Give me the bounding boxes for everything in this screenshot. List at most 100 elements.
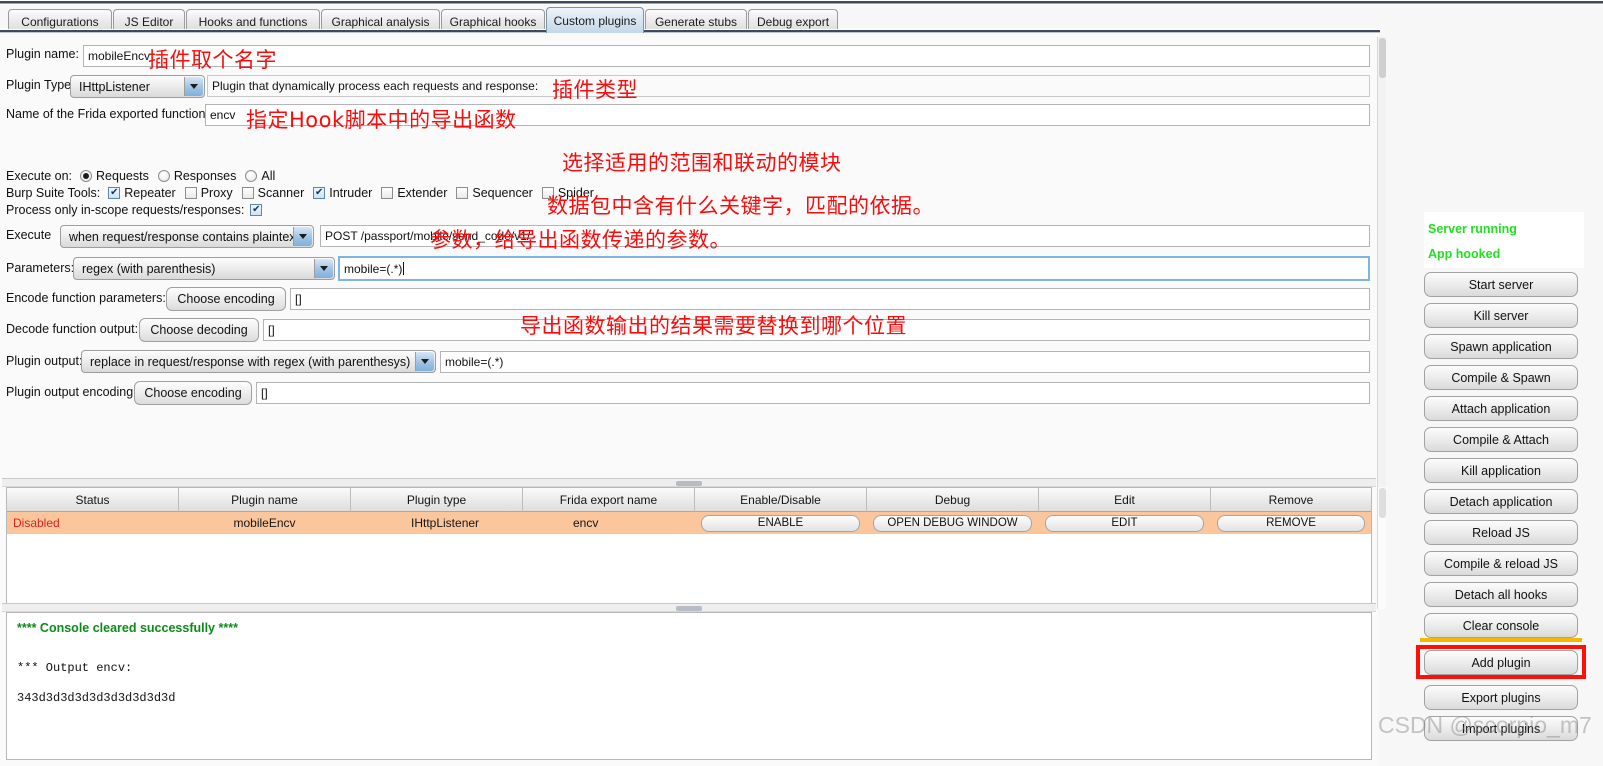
cell-debug: OPEN DEBUG WINDOW <box>867 512 1039 534</box>
console-cleared-message: **** Console cleared successfully **** <box>17 621 238 635</box>
start-server-button[interactable]: Start server <box>1424 272 1578 297</box>
plugin-output-row: Plugin output: <box>6 354 82 368</box>
right-sidebar: Server running App hooked Start server K… <box>1388 5 1603 766</box>
console-output[interactable]: **** Console cleared successfully **** *… <box>6 612 1372 760</box>
kill-server-button[interactable]: Kill server <box>1424 303 1578 328</box>
check-icon <box>456 187 469 199</box>
chevron-down-icon[interactable] <box>184 77 203 96</box>
parameters-select[interactable]: regex (with parenthesis) <box>73 257 335 280</box>
radio-execute-on-responses[interactable]: Responses <box>157 169 236 183</box>
compile-and-attach-button[interactable]: Compile & Attach <box>1424 427 1578 452</box>
execute-on-label: Execute on: <box>6 169 73 183</box>
check-icon[interactable]: ✔ <box>250 204 263 216</box>
decode-output-label: Decode function output: <box>6 322 139 336</box>
plugin-output-input[interactable]: mobile=(.*) <box>440 351 1370 373</box>
plugin-output-choose-encoding-label: Choose encoding <box>144 386 242 400</box>
checkbox-repeater[interactable]: ✔ Repeater <box>108 186 176 200</box>
detach-all-hooks-button[interactable]: Detach all hooks <box>1424 582 1578 607</box>
table-header-debug[interactable]: Debug <box>867 488 1039 512</box>
open-debug-window-button[interactable]: OPEN DEBUG WINDOW <box>873 514 1032 532</box>
plugin-output-encoding-value-field[interactable]: [] <box>256 382 1370 404</box>
choose-encoding-button[interactable]: Choose encoding <box>166 287 286 311</box>
radio-icon <box>157 170 170 182</box>
tab-label: Debug export <box>756 14 830 29</box>
clear-console-button[interactable]: Clear console <box>1424 613 1578 638</box>
checkbox-label: Proxy <box>200 186 233 200</box>
panel-scrollbar[interactable] <box>1377 37 1386 487</box>
plugin-name-label: Plugin name: <box>6 47 79 61</box>
table-header-remove[interactable]: Remove <box>1211 488 1371 512</box>
detach-application-button[interactable]: Detach application <box>1424 489 1578 514</box>
cell-status: Disabled <box>7 512 179 534</box>
annotation-plugin-name: 插件取个名字 <box>148 48 277 72</box>
table-header-frida-export-name[interactable]: Frida export name <box>523 488 695 512</box>
choose-decoding-button[interactable]: Choose decoding <box>139 318 259 342</box>
panel-scrollbar-thumb[interactable] <box>1379 38 1386 78</box>
encode-params-value-field[interactable]: [] <box>290 288 1370 310</box>
spawn-application-button[interactable]: Spawn application <box>1424 334 1578 359</box>
parameters-row: Parameters: <box>6 261 74 275</box>
plugin-output-select[interactable]: replace in request/response with regex (… <box>81 350 436 373</box>
frida-function-value: encv <box>210 108 236 122</box>
checkbox-scanner[interactable]: Scanner <box>241 186 304 200</box>
annotation-plugin-output: 导出函数输出的结果需要替换到哪个位置 <box>520 314 907 338</box>
splitter-table-console[interactable] <box>2 603 1376 612</box>
execute-condition-select[interactable]: when request/response contains plaintext <box>60 225 314 248</box>
remove-button[interactable]: REMOVE <box>1217 514 1365 532</box>
checkbox-sequencer[interactable]: Sequencer <box>456 186 533 200</box>
tab-label: Graphical analysis <box>331 14 430 29</box>
radio-execute-on-all[interactable]: All <box>245 169 275 183</box>
attach-application-button[interactable]: Attach application <box>1424 396 1578 421</box>
tab-label: Custom plugins <box>553 13 637 28</box>
table-header-status[interactable]: Status <box>7 488 179 512</box>
plugin-output-label: Plugin output: <box>6 354 83 368</box>
annotation-match-keyword: 数据包中含有什么关键字，匹配的依据。 <box>547 194 934 218</box>
edit-button[interactable]: EDIT <box>1045 514 1204 532</box>
table-header-plugin-name[interactable]: Plugin name <box>179 488 351 512</box>
table-row[interactable]: Disabled mobileEncv IHttpListener encv E… <box>7 512 1371 534</box>
decode-output-row: Decode function output: <box>6 322 138 336</box>
check-icon <box>241 187 254 199</box>
parameters-input[interactable]: mobile=(.*) <box>338 256 1370 281</box>
table-scrollbar[interactable] <box>1377 487 1386 609</box>
chevron-down-icon[interactable] <box>293 227 312 246</box>
annotation-scope-modules: 选择适用的范围和联动的模块 <box>562 151 842 175</box>
annotation-parameters: 参数，给导出函数传递的参数。 <box>430 228 731 252</box>
in-scope-row[interactable]: Process only in-scope requests/responses… <box>6 203 266 217</box>
checkbox-proxy[interactable]: Proxy <box>184 186 233 200</box>
add-plugin-button[interactable]: Add plugin <box>1424 650 1578 675</box>
compile-and-reload-js-button[interactable]: Compile & reload JS <box>1424 551 1578 576</box>
plugin-type-description-text: Plugin that dynamically process each req… <box>212 79 539 93</box>
reload-js-button[interactable]: Reload JS <box>1424 520 1578 545</box>
checkbox-intruder[interactable]: ✔ Intruder <box>313 186 372 200</box>
check-icon: ✔ <box>313 187 326 199</box>
table-header-enable-disable[interactable]: Enable/Disable <box>695 488 867 512</box>
kill-application-button[interactable]: Kill application <box>1424 458 1578 483</box>
console-spacer <box>17 635 1361 661</box>
plugin-type-select[interactable]: IHttpListener <box>70 75 205 98</box>
checkbox-extender[interactable]: Extender <box>381 186 447 200</box>
cell-edit: EDIT <box>1039 512 1211 534</box>
choose-decoding-label: Choose decoding <box>150 323 248 337</box>
table-header-plugin-type[interactable]: Plugin type <box>351 488 523 512</box>
app-window: Configurations JS Editor Hooks and funct… <box>0 0 1603 766</box>
table-header-edit[interactable]: Edit <box>1039 488 1211 512</box>
table-scrollbar-thumb[interactable] <box>1379 488 1386 518</box>
radio-execute-on-requests[interactable]: Requests <box>80 169 149 183</box>
in-scope-label: Process only in-scope requests/responses… <box>6 203 245 217</box>
plugin-output-choose-encoding-button[interactable]: Choose encoding <box>134 381 252 405</box>
checkbox-label: Sequencer <box>472 186 533 200</box>
splitter-form-table[interactable] <box>2 478 1376 487</box>
enable-button[interactable]: ENABLE <box>701 514 860 532</box>
execute-condition-value: when request/response contains plaintext <box>69 229 300 244</box>
radio-label: Requests <box>96 169 149 183</box>
export-plugins-button[interactable]: Export plugins <box>1424 685 1578 710</box>
chevron-down-icon[interactable] <box>314 259 333 278</box>
compile-and-spawn-button[interactable]: Compile & Spawn <box>1424 365 1578 390</box>
chevron-down-icon[interactable] <box>415 352 434 371</box>
tab-custom-plugins[interactable]: Custom plugins <box>546 7 644 33</box>
status-server-running: Server running <box>1428 222 1517 236</box>
table-header-row: Status Plugin name Plugin type Frida exp… <box>7 488 1371 512</box>
plugins-table: Status Plugin name Plugin type Frida exp… <box>6 487 1372 609</box>
burp-tools-row: Burp Suite Tools: ✔ Repeater Proxy Scann… <box>6 186 603 200</box>
